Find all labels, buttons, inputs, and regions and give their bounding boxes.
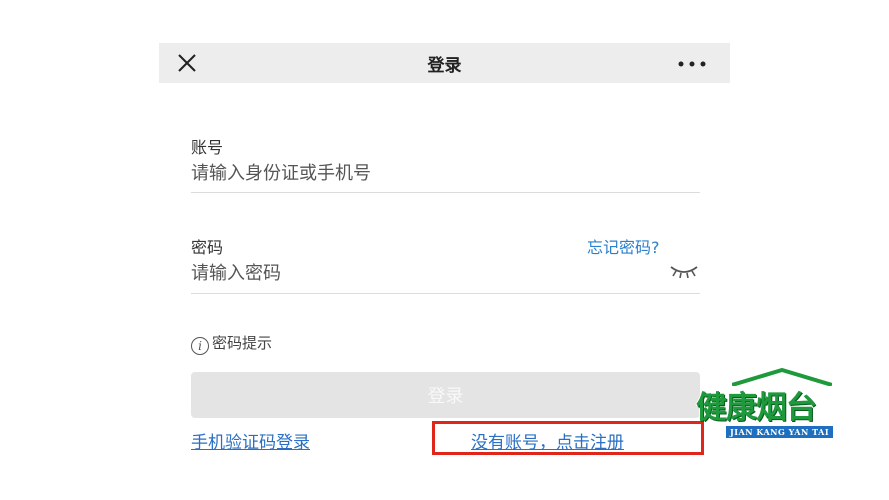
password-label: 密码 [191,238,224,257]
account-divider [191,192,700,193]
account-input[interactable] [191,160,700,186]
top-bar: 登录 [159,43,730,83]
password-input[interactable] [191,260,651,286]
info-icon: i [191,337,209,355]
password-hint[interactable]: i 密码提示 [191,332,273,355]
account-label: 账号 [191,138,224,157]
login-button[interactable]: 登录 [191,372,700,418]
forgot-password-link[interactable]: 忘记密码? [587,234,660,258]
password-divider [191,293,700,294]
sms-login-link[interactable]: 手机验证码登录 [191,428,310,453]
more-icon[interactable] [677,61,707,67]
logo: 健康烟台 JIAN KANG YAN TAI [692,368,838,440]
logo-text: 健康烟台 [696,390,817,426]
highlight-box [432,421,704,455]
eye-closed-icon[interactable] [668,262,700,280]
login-screen: 登录 账号 密码 忘记密码? i密码提示 登录 手机验证码登录 没有账号，点击注… [159,43,730,473]
page-title: 登录 [427,56,462,76]
logo-subtitle: JIAN KANG YAN TAI [726,426,834,438]
password-hint-label: 密码提示 [212,334,273,352]
